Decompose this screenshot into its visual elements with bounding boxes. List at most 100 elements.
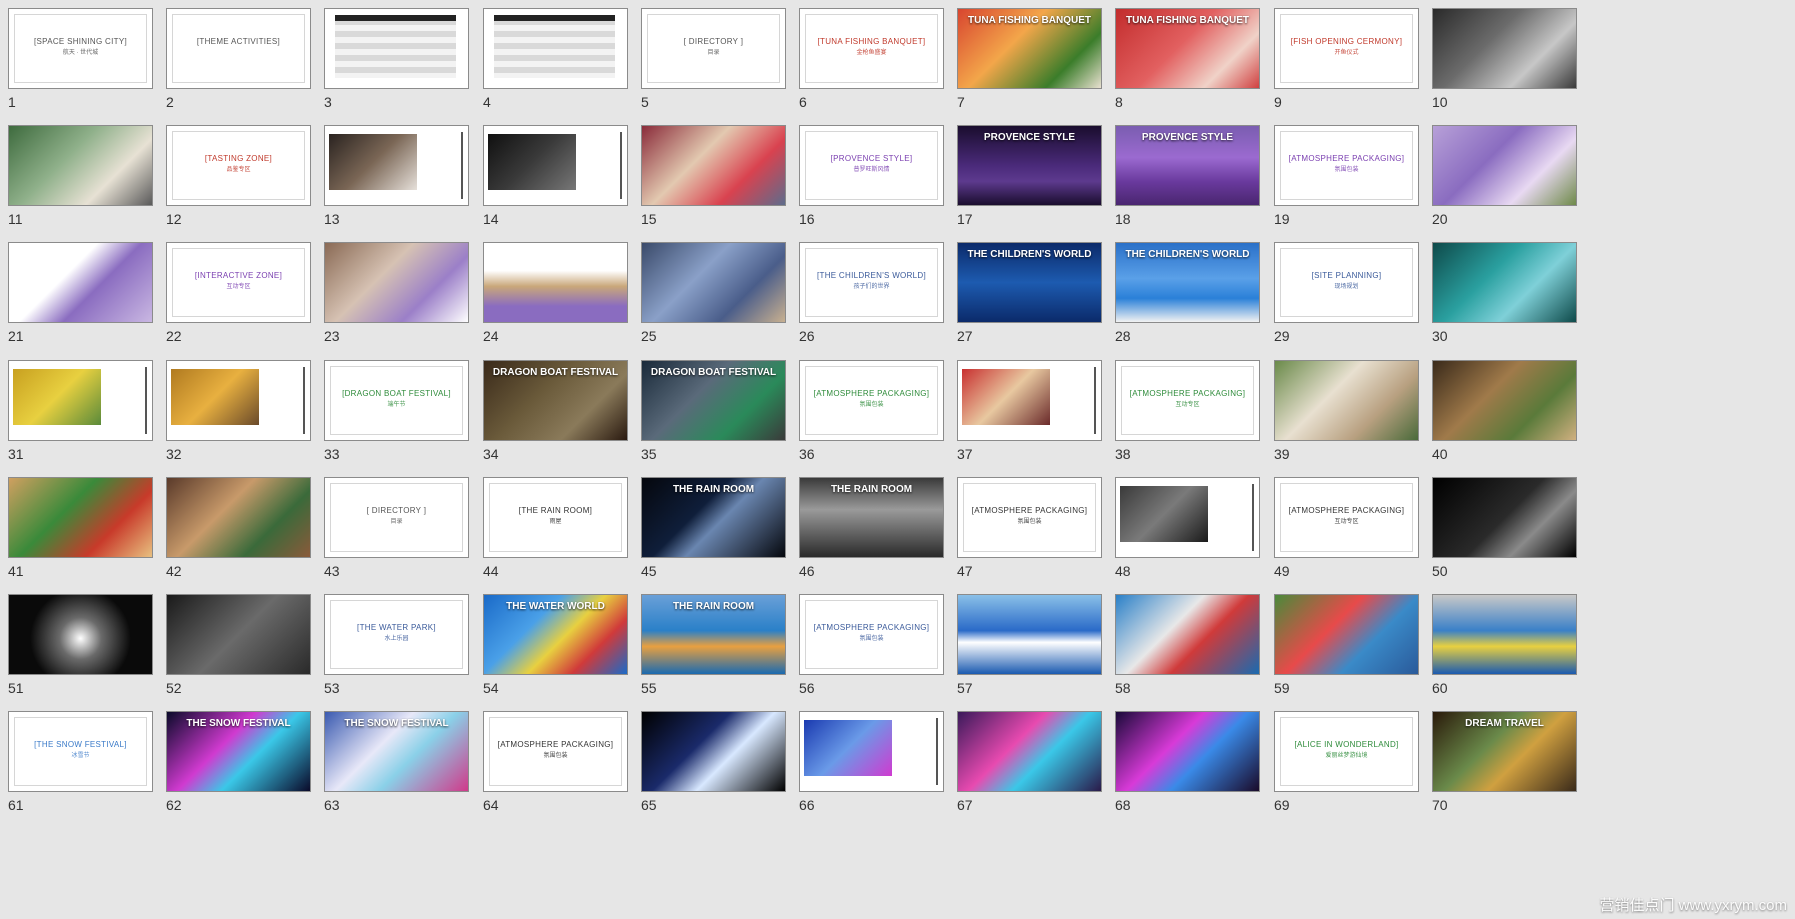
slide-thumbnail[interactable]: [ATMOSPHERE PACKAGING] 氛围包装 <box>799 360 944 441</box>
slide-subtitle: 端午节 <box>387 402 406 408</box>
slide-thumbnail[interactable]: THE CHILDREN'S WORLD <box>1115 242 1260 323</box>
slide-thumbnail[interactable]: [ATMOSPHERE PACKAGING] 氛围包装 <box>957 477 1102 558</box>
slide-number: 33 <box>324 446 340 462</box>
slide-subtitle: 冰雪节 <box>71 753 90 759</box>
slide-thumbnail[interactable] <box>324 8 469 89</box>
slide-number: 28 <box>1115 328 1131 344</box>
slide-thumbnail[interactable] <box>8 125 153 206</box>
slide-thumbnail[interactable] <box>1274 594 1419 675</box>
slide-thumbnail[interactable] <box>957 360 1102 441</box>
slide-thumbnail[interactable] <box>1432 360 1577 441</box>
slide-number: 57 <box>957 680 973 696</box>
slide-thumbnail[interactable] <box>1432 477 1577 558</box>
slide-thumbnail[interactable]: [ATMOSPHERE PACKAGING] 互动专区 <box>1115 360 1260 441</box>
slide-thumbnail[interactable]: PROVENCE STYLE <box>957 125 1102 206</box>
slide-thumbnail[interactable] <box>1115 477 1260 558</box>
slide-thumbnail[interactable] <box>324 242 469 323</box>
slide-thumbnail[interactable] <box>1432 8 1577 89</box>
slide-thumbnail[interactable] <box>1432 125 1577 206</box>
slide-thumbnail[interactable]: DRAGON BOAT FESTIVAL <box>641 360 786 441</box>
slide-thumbnail[interactable]: [TUNA FISHING BANQUET] 金枪鱼盛宴 <box>799 8 944 89</box>
slide-thumbnail[interactable] <box>1432 242 1577 323</box>
slide-thumbnail[interactable]: THE CHILDREN'S WORLD <box>957 242 1102 323</box>
slide-thumbnail[interactable] <box>8 477 153 558</box>
slide-thumbnail[interactable]: THE SNOW FESTIVAL <box>166 711 311 792</box>
slide-thumbnail[interactable] <box>641 125 786 206</box>
slide-thumbnail[interactable] <box>483 8 628 89</box>
slide-thumbnail[interactable] <box>166 594 311 675</box>
slide-overlay-title: THE CHILDREN'S WORLD <box>1125 249 1250 260</box>
slide-thumbnail[interactable]: THE RAIN ROOM <box>799 477 944 558</box>
slide-thumbnail[interactable] <box>1115 594 1260 675</box>
slide-number: 18 <box>1115 211 1131 227</box>
slide-thumbnail[interactable]: TUNA FISHING BANQUET <box>957 8 1102 89</box>
slide-number: 51 <box>8 680 24 696</box>
slide-thumbnail[interactable] <box>324 125 469 206</box>
slide-thumbnail[interactable]: [DRAGON BOAT FESTIVAL] 端午节 <box>324 360 469 441</box>
slide-number: 54 <box>483 680 499 696</box>
slide-thumbnail[interactable] <box>483 125 628 206</box>
slide-title: [THE RAIN ROOM] <box>518 506 593 515</box>
slide-title: [ALICE IN WONDERLAND] <box>1294 740 1399 749</box>
slide-title: [THE CHILDREN'S WORLD] <box>816 271 927 280</box>
slide-thumbnail[interactable]: DRAGON BOAT FESTIVAL <box>483 360 628 441</box>
slide-thumbnail[interactable]: THE WATER WORLD <box>483 594 628 675</box>
slide-thumbnail[interactable] <box>1115 711 1260 792</box>
slide-subtitle: 金枪鱼盛宴 <box>856 50 887 56</box>
slide-number: 16 <box>799 211 815 227</box>
slide-thumbnail[interactable] <box>166 360 311 441</box>
slide-number: 31 <box>8 446 24 462</box>
slide-thumbnail[interactable]: [THE WATER PARK] 水上乐园 <box>324 594 469 675</box>
slide-thumbnail[interactable] <box>799 711 944 792</box>
slide-number: 20 <box>1432 211 1448 227</box>
slide-thumbnail[interactable] <box>8 242 153 323</box>
slide-thumbnail[interactable] <box>166 477 311 558</box>
slide-subtitle: 目录 <box>390 519 403 525</box>
slide-thumbnail[interactable]: [ALICE IN WONDERLAND] 爱丽丝梦游仙境 <box>1274 711 1419 792</box>
slide-thumbnail[interactable]: [SPACE SHINING CITY] 航天 · 世代城 <box>8 8 153 89</box>
slide-thumbnail[interactable]: [ DIRECTORY ] 目录 <box>324 477 469 558</box>
slide-thumbnail[interactable]: [ATMOSPHERE PACKAGING] 氛围包装 <box>483 711 628 792</box>
slide-thumbnail[interactable]: [SITE PLANNING] 现场规划 <box>1274 242 1419 323</box>
slide-thumbnail[interactable]: [INTERACTIVE ZONE] 互动专区 <box>166 242 311 323</box>
slide-thumbnail[interactable]: [TASTING ZONE] 品鉴专区 <box>166 125 311 206</box>
slide-thumbnail[interactable]: [THE RAIN ROOM] 雨屋 <box>483 477 628 558</box>
slide-thumbnail[interactable] <box>1432 594 1577 675</box>
slide-number: 11 <box>8 211 23 227</box>
slide-thumbnail[interactable]: [THE CHILDREN'S WORLD] 孩子们的世界 <box>799 242 944 323</box>
slide-number: 39 <box>1274 446 1290 462</box>
slide-thumbnail[interactable]: [THEME ACTIVITIES] <box>166 8 311 89</box>
slide-thumbnail[interactable] <box>641 242 786 323</box>
slide-title: [SPACE SHINING CITY] <box>34 37 127 46</box>
slide-thumbnail[interactable] <box>483 242 628 323</box>
slide-number: 10 <box>1432 94 1448 110</box>
slide-thumbnail[interactable]: PROVENCE STYLE <box>1115 125 1260 206</box>
slide-thumbnail[interactable] <box>641 711 786 792</box>
slide-thumbnail[interactable]: THE RAIN ROOM <box>641 594 786 675</box>
slide-thumbnail[interactable]: [THE SNOW FESTIVAL] 冰雪节 <box>8 711 153 792</box>
slide-overlay-title: DRAGON BOAT FESTIVAL <box>650 367 777 378</box>
slide-thumbnail[interactable]: [ATMOSPHERE PACKAGING] 互动专区 <box>1274 477 1419 558</box>
slide-thumbnail[interactable]: [PROVENCE STYLE] 普罗旺斯风情 <box>799 125 944 206</box>
slide-thumbnail[interactable]: [ATMOSPHERE PACKAGING] 氛围包装 <box>799 594 944 675</box>
slide-thumbnail[interactable] <box>8 360 153 441</box>
slide-number: 35 <box>641 446 657 462</box>
slide-number: 40 <box>1432 446 1448 462</box>
slide-thumbnail[interactable]: TUNA FISHING BANQUET <box>1115 8 1260 89</box>
slide-thumbnail[interactable] <box>1274 360 1419 441</box>
slide-thumbnail[interactable]: THE SNOW FESTIVAL <box>324 711 469 792</box>
slide-overlay-title: THE WATER WORLD <box>506 601 605 612</box>
slide-accent-line <box>1094 367 1096 434</box>
slide-title: [ DIRECTORY ] <box>366 506 427 515</box>
slide-thumbnail[interactable]: [FISH OPENING CERMONY] 开鱼仪式 <box>1274 8 1419 89</box>
slide-thumbnail[interactable]: [ DIRECTORY ] 目录 <box>641 8 786 89</box>
slide-thumbnail[interactable]: [ATMOSPHERE PACKAGING] 氛围包装 <box>1274 125 1419 206</box>
slide-photo <box>1120 486 1208 542</box>
slide-thumbnail[interactable]: DREAM TRAVEL <box>1432 711 1577 792</box>
slide-number: 22 <box>166 328 182 344</box>
slide-overlay-title: TUNA FISHING BANQUET <box>968 15 1091 26</box>
slide-thumbnail[interactable] <box>957 711 1102 792</box>
slide-thumbnail[interactable] <box>8 594 153 675</box>
slide-thumbnail[interactable]: THE RAIN ROOM <box>641 477 786 558</box>
slide-thumbnail[interactable] <box>957 594 1102 675</box>
